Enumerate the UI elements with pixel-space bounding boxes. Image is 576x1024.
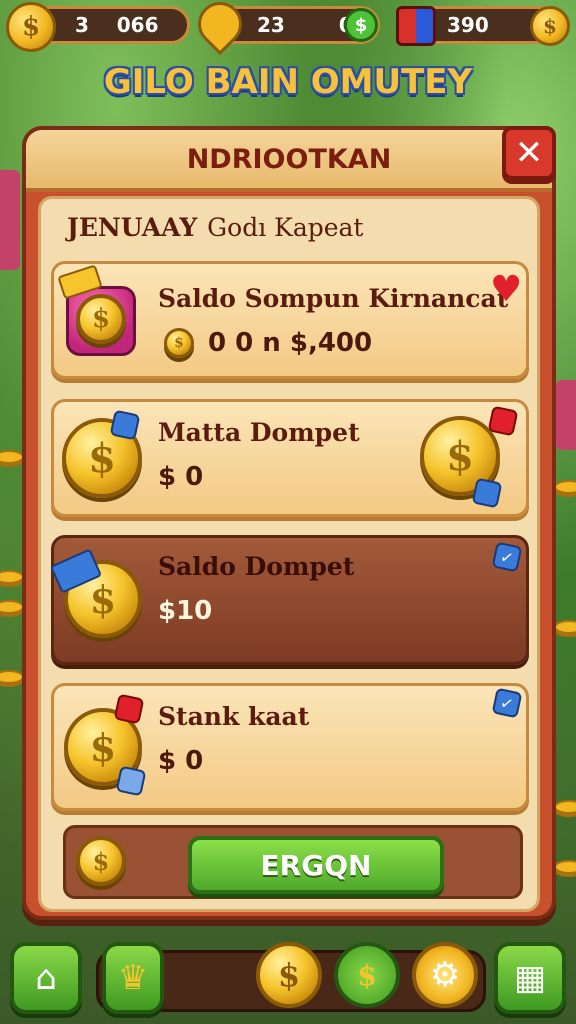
close-button[interactable]: ✕ [502, 126, 556, 180]
gold-plus-icon[interactable]: $ [530, 6, 570, 46]
background-coin [554, 860, 576, 874]
background-stall-right [556, 380, 576, 450]
background-coin [554, 480, 576, 494]
action-bar: $ ERGQN [63, 825, 523, 899]
coin-bag-button[interactable]: $ [334, 942, 400, 1008]
card-value: $ 0 [158, 462, 204, 492]
coin-icon: $ [76, 294, 126, 344]
trophy-button[interactable]: ♛ [102, 942, 164, 1014]
map-icon: ▦ [513, 958, 547, 998]
panel-header: NDRIOOTKAN [26, 130, 552, 192]
coin-icon: $ [277, 956, 301, 994]
background-coin [0, 450, 24, 464]
checkmark-icon: ✓ [491, 687, 523, 719]
coin-shop-button[interactable]: $ [256, 942, 322, 1008]
card-title: Saldo Dompet [158, 552, 355, 581]
card-value: $ 0 [158, 746, 204, 776]
wallet-panel: NDRIOOTKAN ✕ JENUAAY Godı Kapeat $ Saldo … [22, 126, 556, 920]
card-title: Saldo Sompun Kirnancat [158, 284, 509, 313]
wallet-card-balance[interactable]: $ Saldo Dompet $10 ✓ [49, 535, 529, 665]
ruby-icon [113, 693, 145, 725]
gem-icon [109, 409, 141, 441]
background-coin [0, 670, 24, 684]
home-button[interactable]: ⌂ [10, 942, 82, 1014]
panel-title: NDRIOOTKAN [186, 143, 392, 175]
checkmark-icon: ✓ [491, 541, 523, 573]
background-coin [0, 600, 24, 614]
ruby-icon [487, 405, 519, 437]
card-title: Matta Dompet [158, 418, 360, 447]
subtitle-month: JENUAAY [67, 213, 198, 242]
close-icon: ✕ [514, 133, 544, 173]
sapphire-icon [471, 477, 503, 509]
settings-button[interactable]: ⚙ [412, 942, 478, 1008]
panel-body: JENUAAY Godı Kapeat $ Saldo Sompun Kirnan… [38, 196, 540, 912]
confirm-button-label: ERGQN [260, 848, 372, 882]
small-coin-icon: $ [164, 328, 194, 358]
card-title: Stank kaat [158, 702, 310, 731]
coin-icon: $ [6, 2, 56, 52]
wallet-card-bank[interactable]: $ Stank kaat $ 0 ✓ [51, 683, 529, 811]
sapphire-icon [115, 765, 147, 797]
coin-bag-icon: $ [357, 958, 377, 992]
subtitle-text: Godı Kapeat [207, 213, 364, 242]
bottom-nav: ⌂ ♛ $ $ ⚙ ▦ [0, 936, 576, 1024]
home-icon: ⌂ [35, 958, 57, 998]
coin-icon: $ [76, 836, 126, 886]
top-bar: 3 066 $ 23 0 $ 390 $ [0, 0, 576, 56]
map-button[interactable]: ▦ [494, 942, 566, 1014]
wallet-card-total[interactable]: $ Saldo Sompun Kirnancat $ 0 0 n $,400 ♥ [51, 261, 529, 379]
background-stall-left [0, 170, 20, 270]
cash-icon[interactable]: $ [344, 8, 378, 42]
gems-value: 390 [447, 13, 489, 37]
coins-value: 3 066 [75, 13, 159, 37]
gear-icon: ⚙ [429, 955, 461, 995]
game-title: GILO BAIN OMUTEY [103, 62, 473, 102]
wallet-card-main[interactable]: $ Matta Dompet $ 0 $ [51, 399, 529, 517]
card-value: $10 [158, 596, 213, 626]
background-coin [554, 620, 576, 634]
background-coin [554, 800, 576, 814]
card-value: 0 0 n $,400 [208, 328, 373, 358]
confirm-button[interactable]: ERGQN [188, 836, 444, 894]
gift-box-icon [396, 6, 436, 46]
panel-subtitle: JENUAAY Godı Kapeat [67, 213, 363, 242]
trophy-icon: ♛ [117, 958, 149, 998]
heart-icon[interactable]: ♥ [490, 272, 522, 308]
background-coin [0, 570, 24, 584]
location-value: 23 [257, 13, 285, 37]
